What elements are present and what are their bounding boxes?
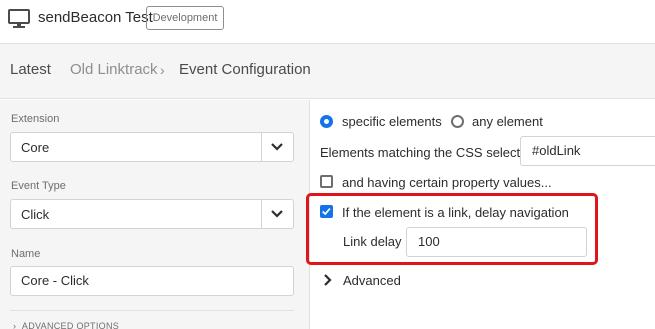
radio-any-label: any element bbox=[472, 114, 543, 129]
breadcrumb-event-configuration: Event Configuration bbox=[179, 61, 311, 78]
environment-badge[interactable]: Development bbox=[146, 6, 224, 30]
event-type-value: Click bbox=[21, 207, 50, 222]
radio-specific-elements[interactable] bbox=[320, 115, 333, 128]
property-title: sendBeacon Test bbox=[38, 9, 153, 26]
radio-specific-label: specific elements bbox=[342, 114, 442, 129]
chevron-down-icon bbox=[271, 210, 283, 218]
advanced-options-label: ADVANCED OPTIONS bbox=[21, 321, 120, 329]
event-type-select[interactable]: Click bbox=[10, 199, 294, 229]
breadcrumb: Latest Old Linktrack › Event Configurati… bbox=[0, 44, 655, 99]
chevron-down-icon bbox=[271, 143, 283, 151]
css-selector-label: Elements matching the CSS selector bbox=[320, 145, 532, 160]
extension-select[interactable]: Core bbox=[10, 132, 294, 162]
breadcrumb-separator-icon: › bbox=[160, 62, 165, 78]
name-input[interactable]: Core - Click bbox=[10, 266, 294, 296]
breadcrumb-latest[interactable]: Latest bbox=[10, 61, 51, 78]
select-divider bbox=[261, 200, 262, 228]
checkmark-icon bbox=[322, 207, 331, 216]
extension-label: Extension bbox=[11, 113, 60, 125]
select-divider bbox=[261, 133, 262, 161]
property-values-checkbox[interactable] bbox=[320, 175, 333, 188]
left-divider bbox=[10, 310, 294, 311]
name-label: Name bbox=[11, 248, 41, 260]
event-type-label: Event Type bbox=[11, 180, 66, 192]
advanced-toggle[interactable]: Advanced bbox=[343, 273, 401, 288]
extension-value: Core bbox=[21, 140, 50, 155]
link-delay-input[interactable]: 100 bbox=[406, 227, 587, 257]
delay-navigation-checkbox[interactable] bbox=[320, 205, 333, 218]
breadcrumb-old-linktrack[interactable]: Old Linktrack bbox=[70, 61, 158, 78]
advanced-options-toggle[interactable]: › ADVANCED OPTIONS bbox=[13, 321, 119, 329]
property-values-label: and having certain property values... bbox=[342, 175, 552, 190]
link-delay-label: Link delay bbox=[343, 234, 402, 249]
chevron-right-icon[interactable] bbox=[323, 274, 333, 286]
delay-navigation-label: If the element is a link, delay navigati… bbox=[342, 205, 569, 220]
radio-any-element[interactable] bbox=[451, 115, 464, 128]
css-selector-input[interactable]: #oldLink bbox=[520, 136, 655, 166]
monitor-icon bbox=[8, 9, 30, 28]
top-bar: sendBeacon Test Development bbox=[0, 0, 655, 44]
